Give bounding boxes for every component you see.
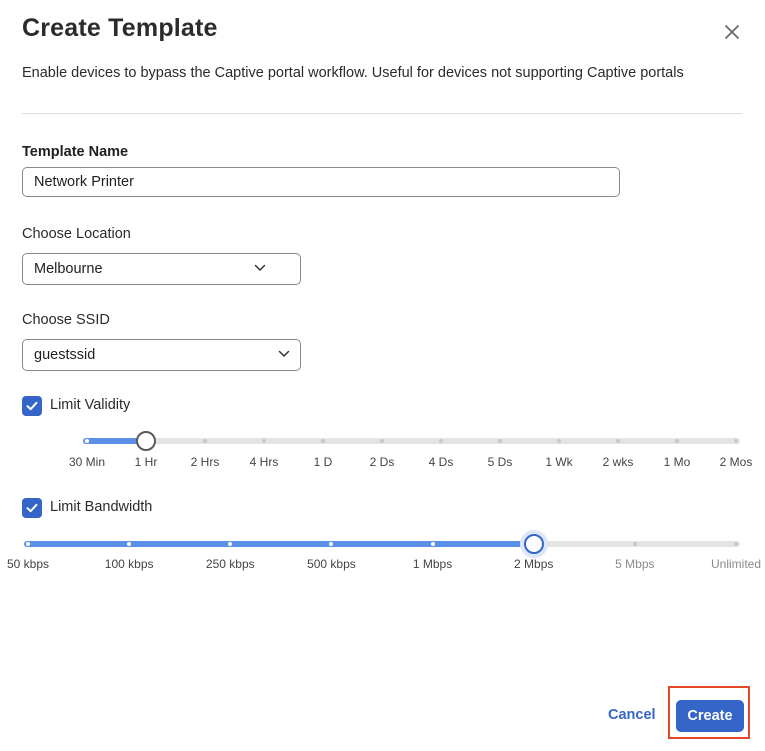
cancel-button[interactable]: Cancel (608, 707, 656, 723)
validity-slider-tick-label: 1 Wk (545, 455, 573, 469)
validity-slider-step-dot[interactable] (321, 439, 325, 443)
validity-slider-tick-label: 1 D (313, 455, 333, 469)
validity-slider-tick-label: 2 Ds (369, 455, 395, 469)
location-selected-value: Melbourne (34, 261, 103, 277)
bandwidth-slider-tick-label: 500 kbps (307, 557, 356, 571)
validity-slider-track[interactable] (83, 438, 740, 444)
bandwidth-slider-tick-label: Unlimited (710, 557, 762, 571)
bandwidth-slider-step-dot[interactable] (632, 542, 637, 546)
validity-slider-step-dot[interactable] (675, 439, 679, 443)
dialog-subtitle: Enable devices to bypass the Captive por… (22, 65, 684, 81)
bandwidth-slider-step-dot[interactable] (430, 542, 435, 546)
validity-slider-step-dot[interactable] (85, 439, 89, 443)
limit-bandwidth-checkbox[interactable] (22, 498, 42, 518)
validity-slider-tick-label: 30 Min (68, 455, 106, 469)
validity-slider-tick-label: 1 Hr (134, 455, 158, 469)
validity-slider-step-dot[interactable] (557, 439, 561, 443)
bandwidth-slider-tick-label: 5 Mbps (615, 557, 655, 571)
validity-slider-tick-label: 2 wks (602, 455, 634, 469)
check-icon (26, 401, 38, 411)
bandwidth-slider-thumb[interactable] (523, 534, 544, 554)
location-label: Choose Location (22, 226, 131, 242)
location-select[interactable]: Melbourne (22, 253, 301, 285)
validity-slider-step-dot[interactable] (262, 439, 266, 443)
limit-validity-label: Limit Validity (50, 397, 131, 413)
validity-slider-thumb[interactable] (136, 431, 156, 451)
divider (22, 113, 742, 114)
validity-slider-tick-label: 2 Hrs (190, 455, 220, 469)
ssid-label: Choose SSID (22, 312, 110, 328)
bandwidth-slider-tick-label: 50 kbps (6, 557, 50, 571)
bandwidth-slider-tick-label: 100 kbps (104, 557, 154, 571)
validity-slider-step-dot[interactable] (616, 439, 620, 443)
check-icon (26, 503, 38, 513)
bandwidth-slider-step-dot[interactable] (734, 542, 738, 546)
validity-slider-tick-label: 4 Hrs (249, 455, 279, 469)
ssid-selected-value: guestssid (34, 347, 96, 363)
bandwidth-slider-tick-label: 1 Mbps (412, 557, 453, 571)
validity-slider-tick-label: 5 Ds (487, 455, 513, 469)
close-icon[interactable] (722, 22, 742, 42)
chevron-down-icon (254, 264, 266, 271)
validity-slider-step-dot[interactable] (734, 439, 738, 443)
template-name-label: Template Name (22, 144, 129, 160)
dialog-title: Create Template (22, 14, 218, 42)
bandwidth-slider-tick-label: 250 kbps (205, 557, 255, 571)
bandwidth-slider-tick-label: 2 Mbps (514, 557, 554, 571)
validity-slider-step-dot[interactable] (203, 439, 207, 443)
validity-slider-step-dot[interactable] (380, 439, 384, 443)
ssid-select[interactable]: guestssid (22, 339, 301, 371)
template-name-input[interactable] (22, 167, 620, 197)
limit-validity-checkbox[interactable] (22, 396, 42, 416)
bandwidth-slider-step-dot[interactable] (26, 542, 30, 546)
validity-slider-step-dot[interactable] (498, 439, 502, 443)
validity-slider-tick-label: 4 Ds (428, 455, 454, 469)
chevron-down-icon (278, 350, 290, 357)
validity-slider-tick-label: 1 Mo (663, 455, 691, 469)
validity-slider-step-dot[interactable] (439, 439, 443, 443)
validity-slider-tick-label: 2 Mos (719, 455, 753, 469)
bandwidth-slider-fill (24, 541, 534, 547)
limit-bandwidth-label: Limit Bandwidth (50, 499, 153, 515)
create-button[interactable]: Create (676, 700, 744, 732)
